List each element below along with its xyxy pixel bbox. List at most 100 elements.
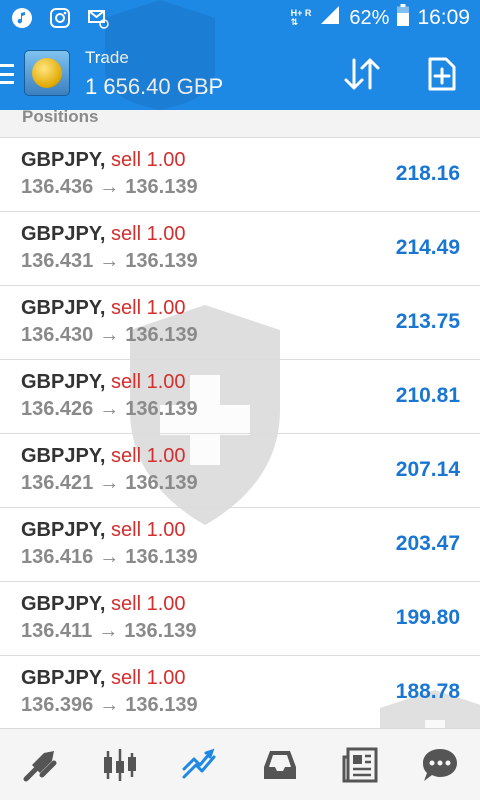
status-system: H+ R ⇅ 62% 16:09: [291, 4, 470, 32]
positions-list: GBPJPY, sell 1.00 136.436 → 136.139 218.16…: [0, 138, 480, 730]
current-price: 136.139: [125, 546, 198, 568]
news-icon: [342, 747, 378, 782]
position-profit: 188.78: [395, 680, 460, 703]
arrow-icon: →: [98, 620, 119, 642]
battery-percent: 62%: [349, 6, 390, 29]
signal-icon: [319, 4, 341, 32]
position-side: sell 1.00: [111, 519, 186, 541]
position-side: sell 1.00: [111, 593, 186, 615]
position-prices: 136.396 → 136.139: [21, 694, 198, 717]
current-price: 136.139: [125, 398, 198, 420]
music-note-icon: [10, 6, 34, 30]
open-price: 136.431: [21, 250, 94, 272]
position-profit: 203.47: [395, 532, 460, 555]
menu-icon[interactable]: [0, 64, 14, 84]
current-price: 136.139: [125, 250, 198, 272]
app-header: Trade 1 656.40 GBP: [0, 36, 480, 110]
quotes-icon: [23, 750, 57, 781]
arrow-icon: →: [99, 324, 120, 346]
position-title: GBPJPY, sell 1.00: [21, 149, 186, 172]
position-prices: 136.411 → 136.139: [21, 620, 197, 643]
position-title: GBPJPY, sell 1.00: [21, 667, 186, 690]
position-title: GBPJPY, sell 1.00: [21, 519, 186, 542]
chart-icon: [104, 748, 136, 781]
position-row[interactable]: GBPJPY, sell 1.00 136.431 → 136.139 214.49: [0, 212, 480, 286]
arrow-icon: →: [99, 694, 120, 716]
position-profit: 199.80: [395, 606, 460, 629]
position-side: sell 1.00: [111, 371, 186, 393]
instagram-icon: [48, 6, 72, 30]
position-prices: 136.426 → 136.139: [21, 398, 198, 421]
position-title: GBPJPY, sell 1.00: [21, 223, 186, 246]
position-prices: 136.430 → 136.139: [21, 324, 198, 347]
position-title: GBPJPY, sell 1.00: [21, 593, 186, 616]
position-side: sell 1.00: [111, 223, 186, 245]
position-row[interactable]: GBPJPY, sell 1.00 136.416 → 136.139 203.47: [0, 508, 480, 582]
position-profit: 213.75: [395, 310, 460, 333]
open-price: 136.416: [21, 546, 94, 568]
open-price: 136.421: [21, 472, 94, 494]
nav-history[interactable]: [252, 737, 308, 793]
position-symbol: GBPJPY,: [21, 371, 106, 393]
position-symbol: GBPJPY,: [21, 519, 106, 541]
message-icon: [86, 6, 110, 30]
open-price: 136.436: [21, 176, 94, 198]
current-price: 136.139: [124, 620, 197, 642]
position-symbol: GBPJPY,: [21, 223, 106, 245]
position-side: sell 1.00: [111, 149, 186, 171]
status-notifications: [10, 6, 110, 30]
position-prices: 136.421 → 136.139: [21, 472, 198, 495]
position-symbol: GBPJPY,: [21, 445, 106, 467]
nav-quotes[interactable]: [12, 737, 68, 793]
nav-chat[interactable]: [412, 737, 468, 793]
position-row[interactable]: GBPJPY, sell 1.00 136.421 → 136.139 207.14: [0, 434, 480, 508]
position-profit: 214.49: [395, 236, 460, 259]
clock: 16:09: [417, 6, 470, 29]
open-price: 136.411: [21, 620, 93, 642]
position-profit: 207.14: [395, 458, 460, 481]
position-symbol: GBPJPY,: [21, 149, 106, 171]
position-prices: 136.416 → 136.139: [21, 546, 198, 569]
position-symbol: GBPJPY,: [21, 593, 106, 615]
sort-icon: [344, 58, 380, 90]
nav-trade[interactable]: [172, 737, 228, 793]
open-price: 136.430: [21, 324, 94, 346]
network-activity: ⇅: [290, 17, 299, 27]
page-title: Trade: [85, 48, 129, 67]
mt-logo-icon[interactable]: [24, 50, 70, 96]
sort-button[interactable]: [342, 54, 382, 94]
position-row[interactable]: GBPJPY, sell 1.00 136.411 → 136.139 199.80: [0, 582, 480, 656]
history-icon: [264, 750, 296, 779]
bottom-nav: [0, 728, 480, 800]
position-profit: 218.16: [395, 162, 460, 185]
position-symbol: GBPJPY,: [21, 297, 106, 319]
section-header-positions: Positions: [0, 108, 480, 138]
open-price: 136.426: [21, 398, 94, 420]
arrow-icon: →: [99, 472, 120, 494]
nav-chart[interactable]: [92, 737, 148, 793]
current-price: 136.139: [125, 694, 198, 716]
position-title: GBPJPY, sell 1.00: [21, 297, 186, 320]
new-order-button[interactable]: [422, 54, 462, 94]
account-balance: 1 656.40 GBP: [85, 74, 224, 99]
current-price: 136.139: [125, 324, 198, 346]
arrow-icon: →: [99, 398, 120, 420]
trade-icon: [182, 748, 216, 778]
nav-news[interactable]: [332, 737, 388, 793]
position-row[interactable]: GBPJPY, sell 1.00 136.396 → 136.139 188.78: [0, 656, 480, 730]
position-side: sell 1.00: [111, 667, 186, 689]
current-price: 136.139: [125, 472, 198, 494]
position-side: sell 1.00: [111, 445, 186, 467]
arrow-icon: →: [99, 250, 120, 272]
position-row[interactable]: GBPJPY, sell 1.00 136.436 → 136.139 218.16: [0, 138, 480, 212]
chat-icon: [423, 748, 457, 781]
position-prices: 136.436 → 136.139: [21, 176, 198, 199]
arrow-icon: →: [99, 176, 120, 198]
position-symbol: GBPJPY,: [21, 667, 106, 689]
status-bar: H+ R ⇅ 62% 16:09: [0, 0, 480, 36]
position-row[interactable]: GBPJPY, sell 1.00 136.430 → 136.139 213.75: [0, 286, 480, 360]
position-side: sell 1.00: [111, 297, 186, 319]
open-price: 136.396: [21, 694, 94, 716]
position-row[interactable]: GBPJPY, sell 1.00 136.426 → 136.139 210.81: [0, 360, 480, 434]
arrow-icon: →: [99, 546, 120, 568]
